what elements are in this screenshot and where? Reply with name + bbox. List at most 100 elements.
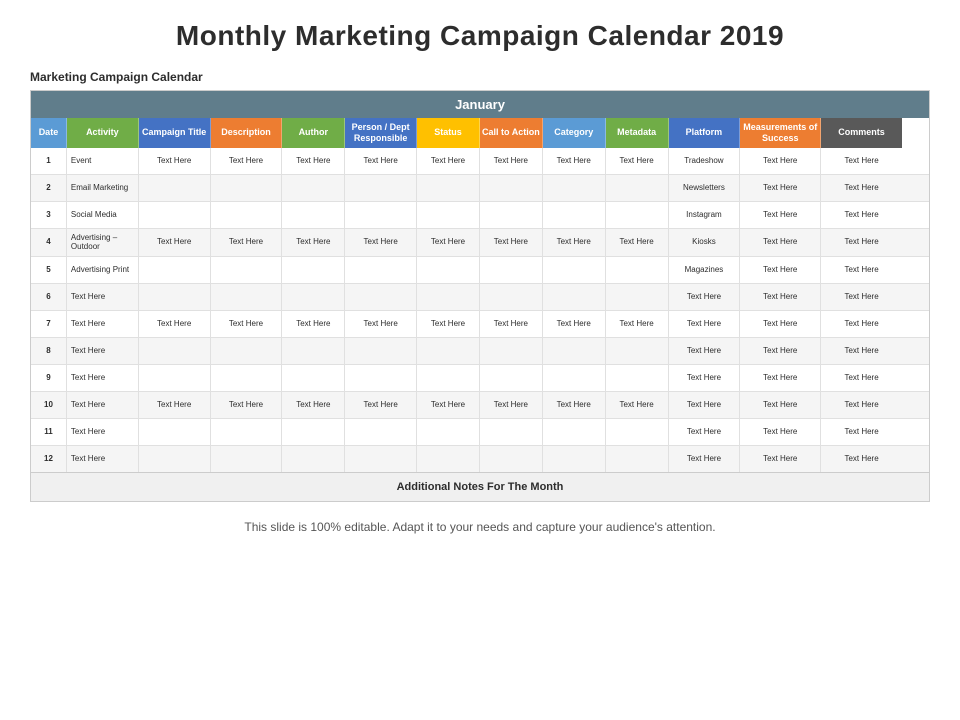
cell-desc	[211, 257, 283, 283]
cell-status: Text Here	[417, 229, 480, 256]
cell-desc	[211, 175, 283, 201]
cell-cta	[480, 338, 543, 364]
table-row: 10Text HereText HereText HereText HereTe…	[31, 392, 929, 419]
col-category: Category	[543, 118, 606, 148]
cell-platform: Text Here	[669, 365, 741, 391]
cell-author	[282, 257, 345, 283]
cell-metadata: Text Here	[606, 392, 669, 418]
cell-status: Text Here	[417, 392, 480, 418]
cell-author	[282, 202, 345, 228]
cell-desc: Text Here	[211, 229, 283, 256]
cell-platform: Text Here	[669, 311, 741, 337]
col-metadata: Metadata	[606, 118, 669, 148]
cell-category	[543, 175, 606, 201]
cell-status	[417, 338, 480, 364]
table-row: 11Text HereText HereText HereText Here	[31, 419, 929, 446]
cell-comments: Text Here	[821, 446, 902, 472]
cell-cta: Text Here	[480, 392, 543, 418]
section-label: Marketing Campaign Calendar	[30, 70, 203, 84]
cell-category: Text Here	[543, 148, 606, 174]
cell-measure: Text Here	[740, 257, 821, 283]
cell-desc	[211, 202, 283, 228]
cell-comments: Text Here	[821, 392, 902, 418]
calendar-table: January Date Activity Campaign Title Des…	[30, 90, 930, 502]
cell-activity: Social Media	[67, 202, 139, 228]
cell-campaign: Text Here	[139, 229, 211, 256]
cell-desc: Text Here	[211, 311, 283, 337]
cell-author: Text Here	[282, 311, 345, 337]
cell-campaign	[139, 284, 211, 310]
table-row: 1EventText HereText HereText HereText He…	[31, 148, 929, 175]
cell-date: 7	[31, 311, 67, 337]
cell-comments: Text Here	[821, 284, 902, 310]
column-headers: Date Activity Campaign Title Description…	[31, 118, 929, 148]
cell-measure: Text Here	[740, 365, 821, 391]
cell-desc: Text Here	[211, 148, 283, 174]
cell-author: Text Here	[282, 148, 345, 174]
page: Monthly Marketing Campaign Calendar 2019…	[0, 0, 960, 720]
cell-campaign	[139, 257, 211, 283]
cell-comments: Text Here	[821, 175, 902, 201]
col-measure: Measurements of Success	[740, 118, 821, 148]
additional-notes: Additional Notes For The Month	[31, 472, 929, 501]
cell-metadata: Text Here	[606, 148, 669, 174]
col-author: Author	[282, 118, 345, 148]
cell-date: 2	[31, 175, 67, 201]
cell-date: 8	[31, 338, 67, 364]
cell-person: Text Here	[345, 392, 417, 418]
cell-person	[345, 365, 417, 391]
cell-activity: Text Here	[67, 365, 139, 391]
cell-person	[345, 202, 417, 228]
cell-campaign: Text Here	[139, 392, 211, 418]
table-row: 9Text HereText HereText HereText Here	[31, 365, 929, 392]
cell-comments: Text Here	[821, 148, 902, 174]
cell-author	[282, 175, 345, 201]
cell-category: Text Here	[543, 392, 606, 418]
cell-metadata	[606, 338, 669, 364]
month-header: January	[31, 91, 929, 118]
cell-status	[417, 284, 480, 310]
cell-cta	[480, 175, 543, 201]
cell-cta	[480, 365, 543, 391]
cell-person	[345, 257, 417, 283]
cell-platform: Text Here	[669, 392, 741, 418]
col-date: Date	[31, 118, 67, 148]
cell-category	[543, 338, 606, 364]
cell-author	[282, 419, 345, 445]
cell-activity: Email Marketing	[67, 175, 139, 201]
cell-platform: Text Here	[669, 419, 741, 445]
cell-status	[417, 365, 480, 391]
cell-comments: Text Here	[821, 338, 902, 364]
cell-cta	[480, 202, 543, 228]
cell-activity: Advertising Print	[67, 257, 139, 283]
cell-author	[282, 446, 345, 472]
cell-date: 3	[31, 202, 67, 228]
col-campaign: Campaign Title	[139, 118, 211, 148]
cell-status	[417, 257, 480, 283]
col-platform: Platform	[669, 118, 741, 148]
cell-activity: Text Here	[67, 392, 139, 418]
cell-cta	[480, 419, 543, 445]
cell-measure: Text Here	[740, 419, 821, 445]
cell-platform: Newsletters	[669, 175, 741, 201]
cell-date: 4	[31, 229, 67, 256]
cell-platform: Text Here	[669, 446, 741, 472]
cell-metadata	[606, 257, 669, 283]
cell-desc	[211, 284, 283, 310]
main-title: Monthly Marketing Campaign Calendar 2019	[176, 20, 784, 52]
cell-status	[417, 202, 480, 228]
cell-author: Text Here	[282, 392, 345, 418]
cell-activity: Text Here	[67, 284, 139, 310]
cell-category	[543, 419, 606, 445]
cell-activity: Event	[67, 148, 139, 174]
cell-person	[345, 446, 417, 472]
cell-measure: Text Here	[740, 148, 821, 174]
cell-author	[282, 338, 345, 364]
cell-metadata: Text Here	[606, 229, 669, 256]
cell-platform: Text Here	[669, 338, 741, 364]
cell-person	[345, 338, 417, 364]
cell-comments: Text Here	[821, 311, 902, 337]
cell-comments: Text Here	[821, 419, 902, 445]
cell-measure: Text Here	[740, 446, 821, 472]
cell-measure: Text Here	[740, 311, 821, 337]
